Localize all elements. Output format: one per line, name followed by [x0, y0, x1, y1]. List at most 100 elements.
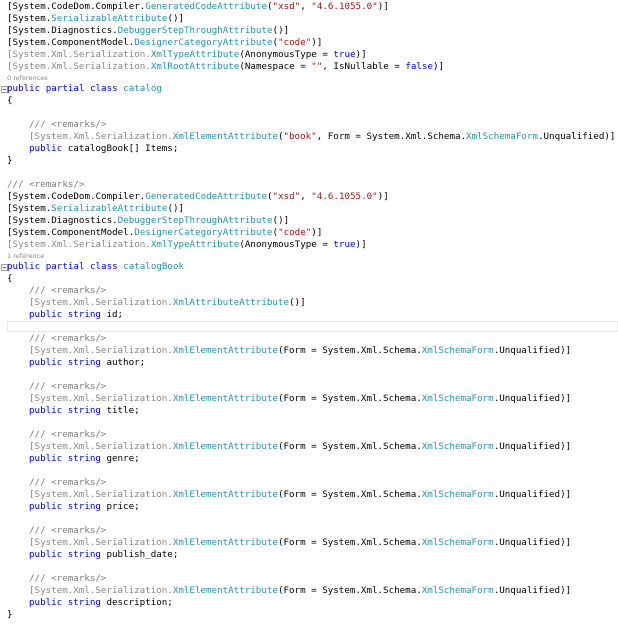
code-line[interactable]: [System.Xml.Serialization.XmlRootAttribu… [0, 61, 618, 73]
code-text: public partial class catalog [7, 83, 162, 95]
code-line[interactable]: /// <remarks/> [0, 179, 618, 191]
code-text: [System.Xml.Serialization.XmlElementAttr… [29, 585, 571, 597]
code-text: /// <remarks/> [29, 381, 106, 393]
code-line[interactable]: } [0, 609, 618, 621]
code-line[interactable]: [System.ComponentModel.DesignerCategoryA… [0, 37, 618, 49]
code-line[interactable]: [System.Xml.Serialization.XmlElementAttr… [0, 345, 618, 357]
code-text: [System.SerializableAttribute()] [7, 13, 184, 25]
codelens-label[interactable]: 0 references [7, 73, 48, 83]
code-line[interactable]: public string genre; [0, 453, 618, 465]
token-pl: (Form = System.Xml.Schema. [277, 393, 422, 404]
code-line[interactable]: /// <remarks/> [0, 333, 618, 345]
code-line[interactable]: public catalogBook[] Items; [0, 143, 618, 155]
code-text: [System.Xml.Serialization.XmlElementAttr… [29, 441, 571, 453]
code-line[interactable]: public partial class catalog [0, 83, 618, 95]
code-line[interactable] [0, 369, 618, 381]
code-line[interactable]: [System.Xml.Serialization.XmlElementAttr… [0, 441, 618, 453]
code-text: /// <remarks/> [29, 573, 106, 585]
code-text: /// <remarks/> [7, 179, 84, 191]
code-line[interactable]: [System.Diagnostics.DebuggerStepThroughA… [0, 25, 618, 37]
code-text: [System.CodeDom.Compiler.GeneratedCodeAt… [7, 1, 389, 13]
code-line[interactable]: [System.SerializableAttribute()] [0, 203, 618, 215]
code-line[interactable]: public string id; [0, 309, 618, 321]
token-str: "" [311, 61, 323, 72]
code-line[interactable]: { [0, 273, 618, 285]
code-text: [System.ComponentModel.DesignerCategoryA… [7, 227, 322, 239]
token-type: XmlSchemaForm [421, 441, 494, 452]
code-text: public string publish_date; [29, 549, 178, 561]
code-line[interactable]: public string publish_date; [0, 549, 618, 561]
token-pl: [System.CodeDom.Compiler. [7, 191, 146, 202]
code-line[interactable]: [System.Xml.Serialization.XmlElementAttr… [0, 537, 618, 549]
token-pl: )] [355, 239, 367, 250]
code-line[interactable] [0, 167, 618, 179]
code-line[interactable]: [System.Diagnostics.DebuggerStepThroughA… [0, 215, 618, 227]
token-cmt: /// <remarks/> [29, 381, 107, 392]
codelens-references[interactable]: 0 references [0, 73, 618, 83]
code-line[interactable] [0, 321, 618, 333]
code-line[interactable] [0, 561, 618, 573]
code-line[interactable] [0, 107, 618, 119]
code-line[interactable] [0, 417, 618, 429]
code-text: [System.Xml.Serialization.XmlTypeAttribu… [7, 239, 367, 251]
token-cmt: /// <remarks/> [7, 179, 85, 190]
token-kw: false [405, 61, 433, 72]
code-line[interactable]: /// <remarks/> [0, 119, 618, 131]
token-kw: public string [29, 309, 107, 320]
code-line[interactable]: public string description; [0, 597, 618, 609]
token-pl: .Unqualified)] [493, 489, 572, 500]
token-gray: [System.Xml.Serialization. [29, 489, 173, 500]
code-line[interactable]: { [0, 95, 618, 107]
code-line[interactable]: } [0, 155, 618, 167]
codelens-references[interactable]: 1 reference [0, 251, 618, 261]
code-line[interactable]: [System.ComponentModel.DesignerCategoryA… [0, 227, 618, 239]
code-line[interactable]: [System.Xml.Serialization.XmlTypeAttribu… [0, 239, 618, 251]
code-line[interactable]: public string author; [0, 357, 618, 369]
token-pl: (Form = System.Xml.Schema. [277, 537, 422, 548]
token-pl: ()] [167, 203, 185, 214]
token-pl: [System.Diagnostics. [7, 215, 118, 226]
token-cmt: /// <remarks/> [29, 285, 107, 296]
code-text: [System.Xml.Serialization.XmlRootAttribu… [7, 61, 444, 73]
code-text: [System.Xml.Serialization.XmlElementAttr… [29, 537, 571, 549]
code-line[interactable]: /// <remarks/> [0, 573, 618, 585]
code-line[interactable]: /// <remarks/> [0, 429, 618, 441]
code-text: [System.Xml.Serialization.XmlTypeAttribu… [7, 49, 367, 61]
token-pl: .Unqualified)] [493, 585, 572, 596]
code-text: { [7, 95, 13, 107]
code-line[interactable]: /// <remarks/> [0, 381, 618, 393]
code-line[interactable] [0, 513, 618, 525]
code-line[interactable]: [System.SerializableAttribute()] [0, 13, 618, 25]
code-line[interactable]: public string title; [0, 405, 618, 417]
token-gray: [System.Xml.Serialization. [29, 441, 173, 452]
code-line[interactable]: [System.Xml.Serialization.XmlTypeAttribu… [0, 49, 618, 61]
code-editor[interactable]: [System.CodeDom.Compiler.GeneratedCodeAt… [0, 0, 618, 640]
code-text: [System.Xml.Serialization.XmlAttributeAt… [29, 297, 306, 309]
token-pl: )] [433, 61, 445, 72]
token-attr: XmlElementAttribute [172, 393, 278, 404]
codelens-label[interactable]: 1 reference [7, 251, 44, 261]
code-text: [System.Diagnostics.DebuggerStepThroughA… [7, 25, 289, 37]
code-line[interactable]: public partial class catalogBook [0, 261, 618, 273]
token-pl: (Form = System.Xml.Schema. [277, 489, 422, 500]
code-line[interactable]: /// <remarks/> [0, 285, 618, 297]
token-pl: , [300, 191, 312, 202]
code-line[interactable]: public string price; [0, 501, 618, 513]
token-pl: { [7, 95, 13, 106]
code-line[interactable]: [System.CodeDom.Compiler.GeneratedCodeAt… [0, 191, 618, 203]
token-cmt: /// <remarks/> [29, 119, 107, 130]
code-line[interactable]: [System.Xml.Serialization.XmlElementAttr… [0, 585, 618, 597]
token-kw: public string [29, 549, 107, 560]
code-line[interactable]: [System.Xml.Serialization.XmlAttributeAt… [0, 297, 618, 309]
code-line[interactable]: [System.Xml.Serialization.XmlElementAttr… [0, 393, 618, 405]
code-line[interactable]: [System.Xml.Serialization.XmlElementAttr… [0, 131, 618, 143]
code-line[interactable]: [System.CodeDom.Compiler.GeneratedCodeAt… [0, 1, 618, 13]
code-text: [System.Xml.Serialization.XmlElementAttr… [29, 131, 615, 143]
code-text: [System.ComponentModel.DesignerCategoryA… [7, 37, 322, 49]
code-line[interactable]: [System.Xml.Serialization.XmlElementAttr… [0, 489, 618, 501]
code-line[interactable]: /// <remarks/> [0, 477, 618, 489]
code-line[interactable]: /// <remarks/> [0, 525, 618, 537]
token-cmt: /// <remarks/> [29, 429, 107, 440]
code-line[interactable] [0, 465, 618, 477]
code-text: } [7, 155, 13, 167]
